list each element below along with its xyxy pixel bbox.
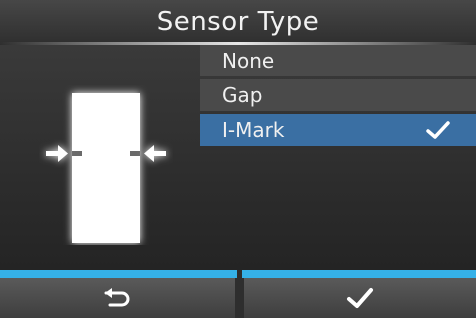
sensor-type-options: None Gap I-Mark — [200, 45, 476, 149]
i-mark-right — [130, 151, 140, 156]
confirm-button[interactable] — [244, 278, 476, 318]
right-arrow-icon — [144, 145, 166, 162]
option-gap[interactable]: Gap — [200, 79, 476, 111]
page-title: Sensor Type — [156, 7, 320, 37]
option-i-mark[interactable]: I-Mark — [200, 114, 476, 146]
content-area: None Gap I-Mark — [0, 45, 476, 270]
option-label: None — [222, 48, 275, 73]
footer-bar — [0, 278, 476, 318]
sensor-type-screen: Sensor Type None Gap I-Mark — [0, 0, 476, 318]
option-label: I-Mark — [222, 118, 285, 142]
return-arrow-icon — [104, 288, 130, 307]
option-label: Gap — [222, 83, 263, 107]
selected-checkmark-icon — [426, 121, 450, 139]
left-arrow-icon — [46, 145, 68, 162]
label-paper-icon — [72, 93, 140, 243]
back-button[interactable] — [0, 278, 235, 318]
i-mark-left — [72, 151, 82, 156]
i-mark-sensor-illustration — [46, 93, 166, 243]
footer-divider — [234, 278, 240, 318]
checkmark-icon — [347, 288, 374, 308]
option-none[interactable]: None — [200, 45, 476, 76]
accent-bar-gap — [237, 270, 242, 278]
title-bar: Sensor Type — [0, 0, 476, 44]
